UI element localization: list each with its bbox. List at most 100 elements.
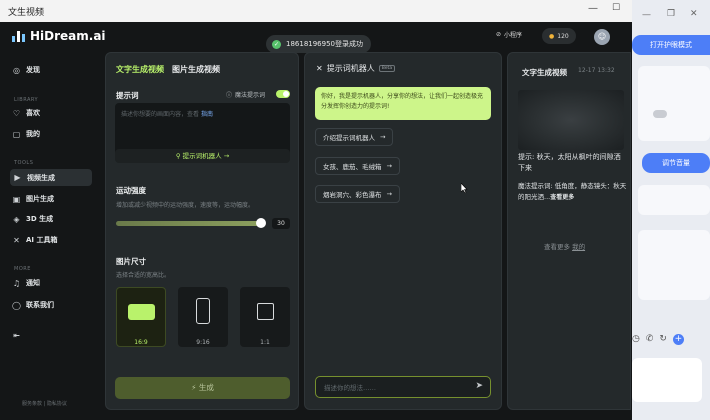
window-titlebar: 文生视频 — ☐	[0, 0, 632, 22]
motion-description: 增加或减少视频中的运动强度，速度等，运动幅度。	[116, 202, 255, 209]
send-icon[interactable]: ➤	[475, 381, 483, 391]
sidebar-item-label: 3D 生成	[26, 215, 54, 223]
suggestion-chip[interactable]: 介绍提示词机器人 →	[315, 128, 394, 146]
chat-input[interactable]	[324, 382, 474, 394]
tools-icon: ✕	[13, 235, 20, 245]
action-row: ◷ ✆ ↻ +	[632, 334, 684, 345]
logo-icon	[12, 30, 25, 42]
sidebar-item-label: 发现	[26, 66, 40, 74]
generate-label: 生成	[198, 383, 214, 392]
settings-card	[638, 66, 710, 141]
sidebar-item-label: 视频生成	[27, 173, 55, 182]
motion-slider-handle[interactable]	[256, 218, 266, 228]
motion-slider-track[interactable]	[116, 221, 261, 226]
close-window-icon[interactable]: ✕	[690, 9, 698, 19]
magic-prompt-text: 魔法提示词	[235, 92, 266, 99]
video-thumbnail[interactable]	[518, 90, 624, 150]
eye-protection-button[interactable]: 打开护眼模式	[632, 35, 710, 55]
size-option-9-16[interactable]	[178, 287, 228, 347]
prompt-bot-button[interactable]: ⚲ 提示词机器人 →	[115, 149, 290, 163]
suggestion-chip[interactable]: 女孩、鹿茄、毛绒箱 →	[315, 157, 400, 175]
sidebar-item-mine[interactable]: ▢ 我的	[12, 129, 40, 139]
sidebar-item-ai-tools[interactable]: ✕ AI 工具箱	[12, 235, 57, 245]
close-icon[interactable]: ✕	[316, 64, 323, 73]
background-window: — ❐ ✕ 打开护眼模式 调节音量 ◷ ✆ ↻ +	[632, 0, 710, 420]
motion-value[interactable]: 30	[272, 218, 290, 229]
more-section-title: MORE	[14, 266, 31, 272]
sidebar-item-image-gen[interactable]: ▣ 图片生成	[12, 194, 54, 204]
size-label-1-1: 1:1	[260, 339, 270, 346]
toast-text: 18618196950登录成功	[286, 40, 363, 48]
prompt-bot-label: 提示词机器人 →	[182, 152, 230, 160]
mini-program-icon: ⊘	[496, 31, 502, 38]
suggestion-chip[interactable]: 烟岩洞穴、彩色瀑布 →	[315, 185, 400, 203]
credits-badge[interactable]: ● 120	[542, 28, 576, 44]
heart-icon: ♡	[12, 108, 21, 118]
bell-icon: ♫	[12, 278, 21, 288]
arrow-right-icon: →	[380, 133, 386, 141]
chip-label: 烟岩洞穴、彩色瀑布	[323, 191, 382, 199]
info-card	[638, 185, 710, 215]
sidebar-item-likes[interactable]: ♡ 喜欢	[12, 108, 40, 118]
square-icon	[257, 303, 274, 320]
restore-icon[interactable]: ❐	[667, 9, 675, 19]
see-more-link[interactable]: 查看更多	[550, 194, 574, 201]
mini-program-label: 小程序	[504, 32, 523, 39]
motion-label: 运动强度	[116, 186, 146, 195]
generation-settings-panel: 文字生成视频 图片生成视频 提示词 ⓘ 魔法提示词 描述你想要的画面内容，查看 指…	[105, 52, 299, 410]
user-avatar[interactable]: ☺	[594, 29, 610, 45]
volume-button[interactable]: 调节音量	[642, 153, 710, 173]
beta-badge: Beta	[378, 65, 396, 72]
wand-icon: ⚡	[191, 383, 199, 392]
mouse-cursor-icon	[461, 183, 468, 193]
add-icon[interactable]: +	[672, 334, 684, 345]
footer-links[interactable]: 服务条款 | 隐私协议	[22, 400, 67, 407]
toggle-switch[interactable]	[653, 110, 667, 118]
tab-text-to-video[interactable]: 文字生成视频	[116, 64, 164, 75]
maximize-button[interactable]: ☐	[612, 3, 620, 13]
chat-input-box[interactable]: ➤	[315, 376, 491, 398]
results-timestamp: 12-17 13:32	[578, 67, 615, 74]
results-title: 文字生成视频	[522, 68, 567, 77]
coin-icon: ●	[549, 32, 555, 40]
brand-logo[interactable]: HiDream.ai	[12, 29, 106, 43]
sidebar-item-discover[interactable]: ◎ 发现	[12, 65, 40, 75]
refresh-icon[interactable]: ↻	[659, 334, 667, 345]
see-more-text: 查看更多	[544, 243, 570, 251]
compass-icon: ◎	[13, 65, 20, 75]
guide-link[interactable]: 指南	[201, 111, 213, 118]
clock-icon[interactable]: ◷	[632, 334, 640, 345]
sidebar-item-label: 联系我们	[26, 301, 54, 309]
landscape-icon	[128, 304, 155, 320]
tab-image-to-video[interactable]: 图片生成视频	[172, 64, 220, 75]
folder-icon: ▢	[12, 129, 21, 139]
cube-icon: ◈	[13, 214, 20, 224]
size-option-16-9[interactable]	[116, 287, 166, 347]
top-bar: HiDream.ai ✓ 18618196950登录成功 ⊘ 小程序 ● 120…	[0, 22, 632, 53]
sidebar-item-contact[interactable]: ◯ 联系我们	[12, 300, 54, 310]
message-input-area[interactable]	[632, 358, 702, 402]
image-icon: ▣	[12, 194, 21, 204]
sidebar-item-3d-gen[interactable]: ◈ 3D 生成	[12, 214, 53, 224]
login-success-toast: ✓ 18618196950登录成功	[266, 35, 371, 53]
sidebar-item-label: 喜欢	[26, 109, 40, 117]
tools-section-title: TOOLS	[14, 160, 34, 166]
size-option-1-1[interactable]	[240, 287, 290, 347]
sidebar-item-label: 图片生成	[26, 195, 54, 203]
prompt-label: 提示词	[116, 91, 139, 100]
phone-icon[interactable]: ✆	[646, 334, 654, 345]
size-label: 图片尺寸	[116, 257, 146, 266]
magic-prefix: 魔法提示词:	[518, 182, 555, 190]
bot-greeting-bubble: 你好，我是提示机器人，分享你的想法，让我们一起创造极充分发挥你创造力的提示词!	[315, 87, 491, 120]
arrow-right-icon: →	[386, 162, 392, 170]
mine-link[interactable]: 我的	[572, 243, 585, 251]
generate-button[interactable]: ⚡ 生成	[115, 377, 290, 399]
portrait-icon	[196, 298, 210, 324]
minimize-button[interactable]: —	[588, 3, 598, 14]
magic-prompt-toggle[interactable]	[276, 90, 290, 98]
sidebar-item-notifications[interactable]: ♫ 通知	[12, 278, 40, 288]
collapse-sidebar-button[interactable]: ⇤	[12, 331, 21, 340]
sidebar-item-video-gen[interactable]: ▶ 视频生成	[10, 169, 92, 186]
mini-program-button[interactable]: ⊘ 小程序	[496, 30, 522, 39]
minimize-icon[interactable]: —	[642, 10, 651, 20]
